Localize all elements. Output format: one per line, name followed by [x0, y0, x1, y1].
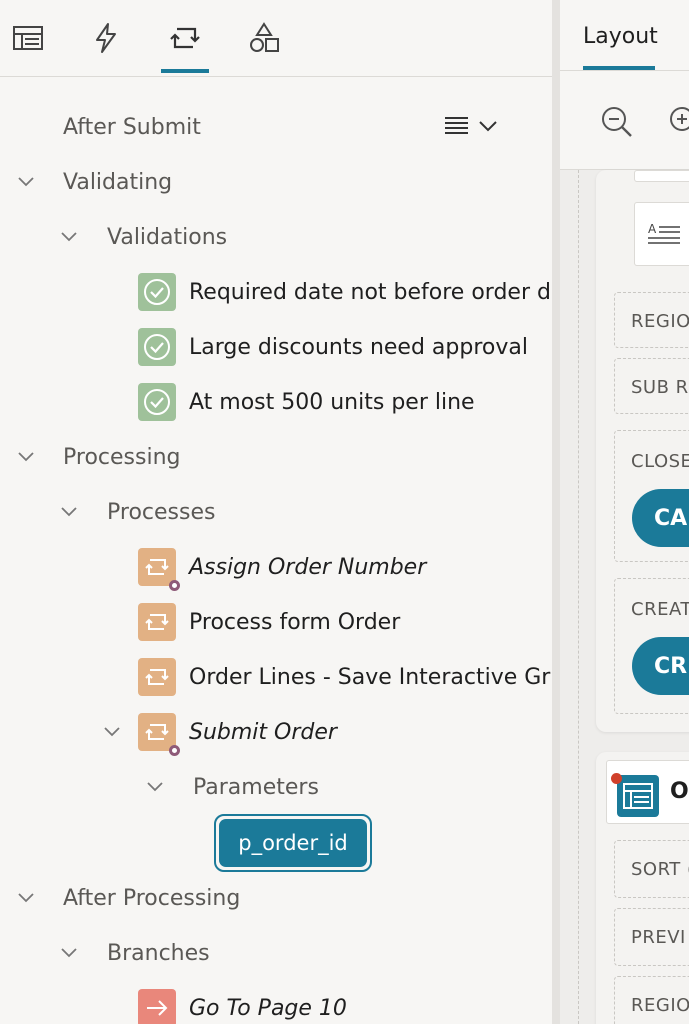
- chevron-down-icon: [479, 121, 497, 132]
- shared-components-tab[interactable]: [240, 18, 288, 58]
- processing-tab[interactable]: [161, 18, 209, 73]
- chevron-down-icon[interactable]: [16, 447, 36, 467]
- tree-node-branch[interactable]: Go To Page 10: [189, 981, 347, 1024]
- slot-label: REGIO: [631, 311, 689, 332]
- validation-icon: [138, 328, 176, 366]
- pane-splitter[interactable]: [552, 0, 560, 1024]
- lightning-icon: [96, 23, 116, 53]
- item-placeholder: [634, 170, 689, 182]
- tree-node-label: Processes: [107, 500, 216, 525]
- dynamic-actions-tab[interactable]: [82, 18, 130, 58]
- tree-node-after-submit[interactable]: After Submit: [63, 100, 201, 155]
- tree-node-label: At most 500 units per line: [189, 390, 475, 415]
- text-item[interactable]: A: [634, 202, 689, 266]
- layout-slot[interactable]: CLOSE CA: [614, 430, 689, 562]
- tree-node-branches[interactable]: Branches: [107, 926, 210, 981]
- tree-node-process[interactable]: Submit Order: [189, 705, 337, 760]
- tree-node-label: Processing: [63, 445, 181, 470]
- tree-node-label: Assign Order Number: [189, 555, 427, 580]
- layout-slot[interactable]: CREAT CR: [614, 578, 689, 714]
- tree-node-validation[interactable]: At most 500 units per line: [189, 375, 475, 430]
- chevron-down-icon[interactable]: [59, 227, 79, 247]
- tree-node-process[interactable]: Order Lines - Save Interactive Grid Data: [189, 650, 552, 705]
- layout-slot[interactable]: REGIO: [614, 976, 689, 1024]
- tree-node-label: Validations: [107, 225, 228, 250]
- server-side-condition-badge: [169, 580, 180, 591]
- region-card: Or SORT ( PREVI REGIO: [596, 752, 689, 1024]
- region-card: A REGIO SUB RI CLOSE CA CREAT CR: [596, 170, 689, 732]
- tree-node-label: After Submit: [63, 115, 201, 140]
- error-badge: [611, 773, 622, 784]
- layout-slot[interactable]: SORT (: [614, 840, 689, 898]
- tab-active-indicator: [583, 66, 655, 70]
- rendering-tab[interactable]: [4, 18, 52, 58]
- tree-node-validation[interactable]: Required date not before order date: [189, 265, 552, 320]
- tree-node-validations[interactable]: Validations: [107, 210, 227, 265]
- tree-node-label: Branches: [107, 941, 210, 966]
- tree-node-processing[interactable]: Processing: [63, 430, 180, 485]
- tree-node-process[interactable]: Assign Order Number: [189, 540, 426, 595]
- tree-node-label: Validating: [63, 170, 173, 195]
- zoom-out-icon[interactable]: [600, 105, 634, 139]
- tree-node-label: Parameters: [193, 775, 319, 800]
- server-side-condition-badge: [169, 745, 180, 756]
- validation-icon: [138, 383, 176, 421]
- layout-tabs: Layout: [560, 0, 689, 71]
- tree-node-process[interactable]: Process form Order: [189, 595, 400, 650]
- tree-node-label: p_order_id: [219, 819, 367, 867]
- tree-node-label: Order Lines - Save Interactive Grid Data: [189, 665, 552, 690]
- tree-node-label: Required date not before order date: [189, 280, 552, 305]
- shapes-icon: [250, 22, 279, 52]
- svg-text:A: A: [648, 222, 657, 236]
- text-field-icon: A: [648, 222, 680, 244]
- slot-label: SORT (: [631, 859, 689, 880]
- layout-toolbar: [560, 71, 689, 170]
- zoom-in-icon[interactable]: [668, 105, 689, 139]
- create-button[interactable]: CR: [632, 637, 689, 695]
- slot-label: PREVI: [631, 927, 686, 948]
- layout-slot[interactable]: PREVI: [614, 908, 689, 966]
- tree-toolbar: [0, 0, 552, 77]
- chevron-down-icon[interactable]: [59, 943, 79, 963]
- branch-arrow-icon: [138, 989, 176, 1024]
- layout-slot[interactable]: SUB RI: [614, 358, 689, 414]
- tree-node-after-processing[interactable]: After Processing: [63, 871, 240, 926]
- tree-node-label: Submit Order: [189, 720, 337, 745]
- slot-label: SUB RI: [631, 377, 689, 398]
- chevron-down-icon[interactable]: [59, 502, 79, 522]
- tab-layout[interactable]: Layout: [583, 24, 658, 49]
- chevron-down-icon[interactable]: [16, 888, 36, 908]
- layout-icon: [13, 26, 43, 50]
- layout-grid-line: [578, 170, 581, 1024]
- validation-icon: [138, 273, 176, 311]
- tree-node-label: Process form Order: [189, 610, 401, 635]
- process-icon: [138, 603, 176, 641]
- interactive-report-icon: [617, 775, 659, 817]
- chevron-down-icon[interactable]: [102, 722, 122, 742]
- tree-node-label: Large discounts need approval: [189, 335, 528, 360]
- layout-pane: Layout A REGIO SUB RI CLOSE CA CREAT CR …: [560, 0, 689, 1024]
- region-header[interactable]: Or: [606, 760, 689, 824]
- processing-icon: [170, 27, 200, 49]
- slot-label: REGIO: [631, 995, 689, 1016]
- slot-label: CREAT: [631, 599, 689, 620]
- region-title: Or: [670, 779, 689, 804]
- tree-node-label: Go To Page 10: [189, 996, 347, 1021]
- tree-node-validation[interactable]: Large discounts need approval: [189, 320, 528, 375]
- tree-node-parameter-selected[interactable]: p_order_id: [214, 814, 372, 872]
- tree-node-processes[interactable]: Processes: [107, 485, 215, 540]
- chevron-down-icon[interactable]: [16, 172, 36, 192]
- tree-node-parameters[interactable]: Parameters: [193, 760, 319, 815]
- layout-slot[interactable]: REGIO: [614, 292, 689, 348]
- rendering-tree-pane: After Submit Validating Validations Requ…: [0, 0, 552, 1024]
- cancel-button[interactable]: CA: [632, 489, 689, 547]
- chevron-down-icon[interactable]: [145, 777, 165, 797]
- slot-label: CLOSE: [631, 451, 689, 472]
- tree-node-label: After Processing: [63, 886, 241, 911]
- menu-icon: [445, 117, 468, 134]
- tree-view-menu[interactable]: [444, 112, 504, 140]
- tree-node-validating[interactable]: Validating: [63, 155, 172, 210]
- process-icon: [138, 658, 176, 696]
